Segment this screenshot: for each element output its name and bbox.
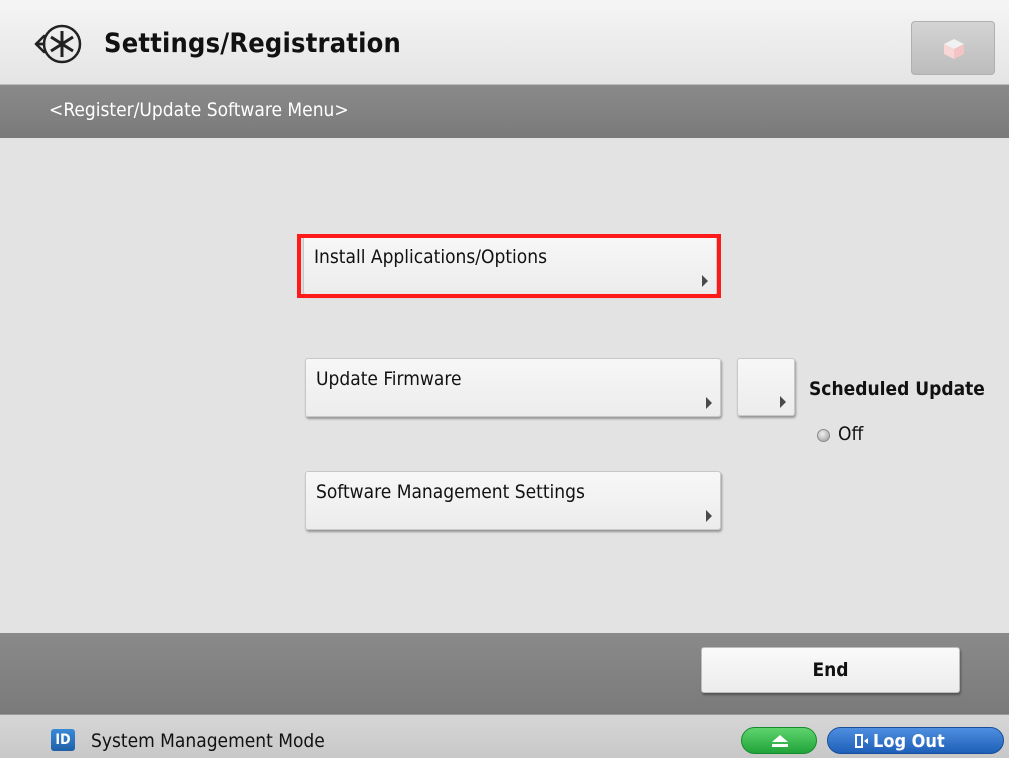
action-bar: End (0, 633, 1009, 714)
chevron-right-icon (702, 275, 708, 287)
status-bar: ID System Management Mode Log Out (0, 714, 1009, 758)
menu-header-bar: <Register/Update Software Menu> (0, 85, 1009, 138)
cube-icon (944, 39, 964, 59)
scheduled-update-label: Scheduled Update (809, 378, 985, 400)
system-mode-text: System Management Mode (91, 730, 325, 752)
id-badge-icon: ID (51, 729, 75, 751)
eject-icon (772, 735, 788, 747)
logout-button[interactable]: Log Out (827, 727, 1004, 754)
end-button[interactable]: End (701, 647, 960, 693)
scheduled-update-status: Off (838, 423, 864, 445)
door-exit-icon (855, 734, 868, 748)
update-firmware-label: Update Firmware (316, 368, 462, 390)
install-applications-options-button[interactable]: Install Applications/Options (303, 236, 717, 295)
update-firmware-button[interactable]: Update Firmware (305, 358, 721, 417)
page-title: Settings/Registration (104, 28, 402, 59)
software-management-settings-label: Software Management Settings (316, 481, 585, 503)
main-content: Install Applications/Options Update Firm… (0, 138, 1009, 633)
software-management-settings-button[interactable]: Software Management Settings (305, 471, 721, 530)
chevron-right-icon (706, 397, 712, 409)
status-indicator-icon (817, 429, 830, 442)
eject-button[interactable] (741, 727, 817, 754)
chevron-right-icon (780, 396, 786, 408)
menu-breadcrumb: <Register/Update Software Menu> (49, 99, 349, 121)
cube-status-button[interactable] (911, 21, 995, 75)
logout-label: Log Out (873, 731, 945, 752)
chevron-right-icon (706, 510, 712, 522)
scheduled-update-button[interactable] (737, 358, 795, 416)
title-bar: Settings/Registration (0, 0, 1009, 85)
install-applications-options-label: Install Applications/Options (314, 246, 548, 268)
settings-registration-icon (34, 24, 82, 64)
